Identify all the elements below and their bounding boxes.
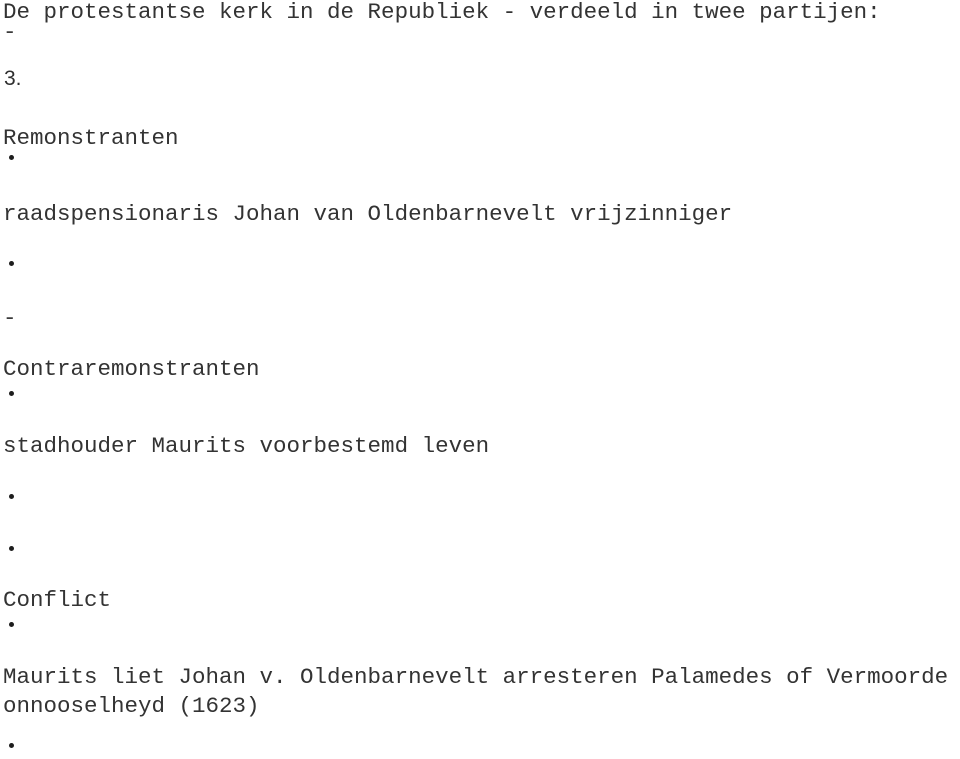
section-contraremonstranten: Contraremonstranten: [3, 356, 260, 382]
entry-raadspensionaris: raadspensionaris Johan van Oldenbarnevel…: [3, 201, 733, 227]
dash-marker-1: -: [3, 19, 17, 45]
section-remonstranten: Remonstranten: [3, 125, 179, 151]
list-bullet: [9, 622, 14, 627]
entry-maurits-arrest: Maurits liet Johan v. Oldenbarnevelt arr…: [3, 664, 949, 719]
list-bullet: [9, 494, 14, 499]
list-bullet: [9, 546, 14, 551]
list-bullet: [9, 391, 14, 396]
list-bullet: [9, 261, 14, 266]
list-bullet: [9, 155, 14, 160]
dash-marker-2: -: [3, 305, 17, 331]
list-number-3: 3.: [4, 67, 22, 90]
document-page: De protestantse kerk in de Republiek - v…: [0, 0, 960, 759]
section-conflict: Conflict: [3, 587, 112, 613]
entry-stadhouder: stadhouder Maurits voorbestemd leven: [3, 433, 490, 459]
list-bullet: [9, 743, 14, 748]
heading-line: De protestantse kerk in de Republiek - v…: [3, 0, 881, 25]
